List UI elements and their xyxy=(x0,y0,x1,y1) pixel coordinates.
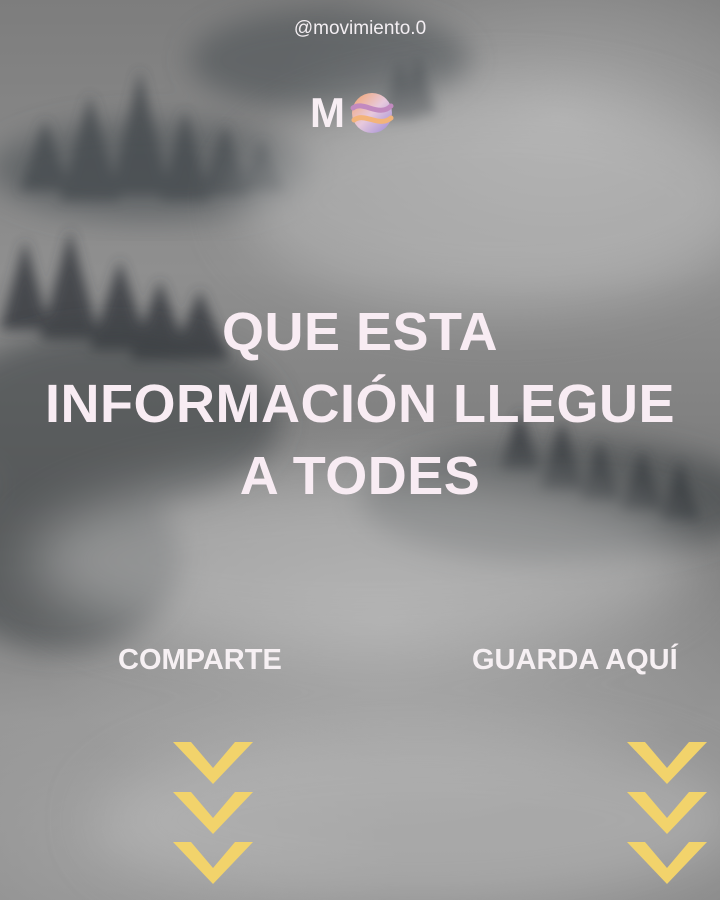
brand-logo: M xyxy=(310,86,395,140)
share-label[interactable]: COMPARTE xyxy=(118,644,282,677)
share-chevrons-down-icon[interactable] xyxy=(173,742,253,890)
save-label[interactable]: GUARDA AQUÍ xyxy=(472,644,678,677)
headline-line-1: QUE ESTA xyxy=(221,302,499,362)
chevron-down-icon xyxy=(627,842,707,884)
save-chevrons-down-icon[interactable] xyxy=(627,742,707,890)
chevron-down-icon xyxy=(173,742,253,784)
headline: QUE ESTA INFORMACIÓN LLEGUE A TODES xyxy=(0,296,720,512)
headline-line-3: A TODES xyxy=(239,446,481,506)
account-handle[interactable]: @movimiento.0 xyxy=(0,18,720,40)
chevron-down-icon xyxy=(173,792,253,834)
chevron-down-icon xyxy=(627,742,707,784)
chevron-down-icon xyxy=(627,792,707,834)
logo-letter: M xyxy=(310,89,345,136)
chevron-down-icon xyxy=(173,842,253,884)
planet-swirl-icon xyxy=(350,93,394,133)
headline-line-2: INFORMACIÓN LLEGUE xyxy=(45,374,675,434)
